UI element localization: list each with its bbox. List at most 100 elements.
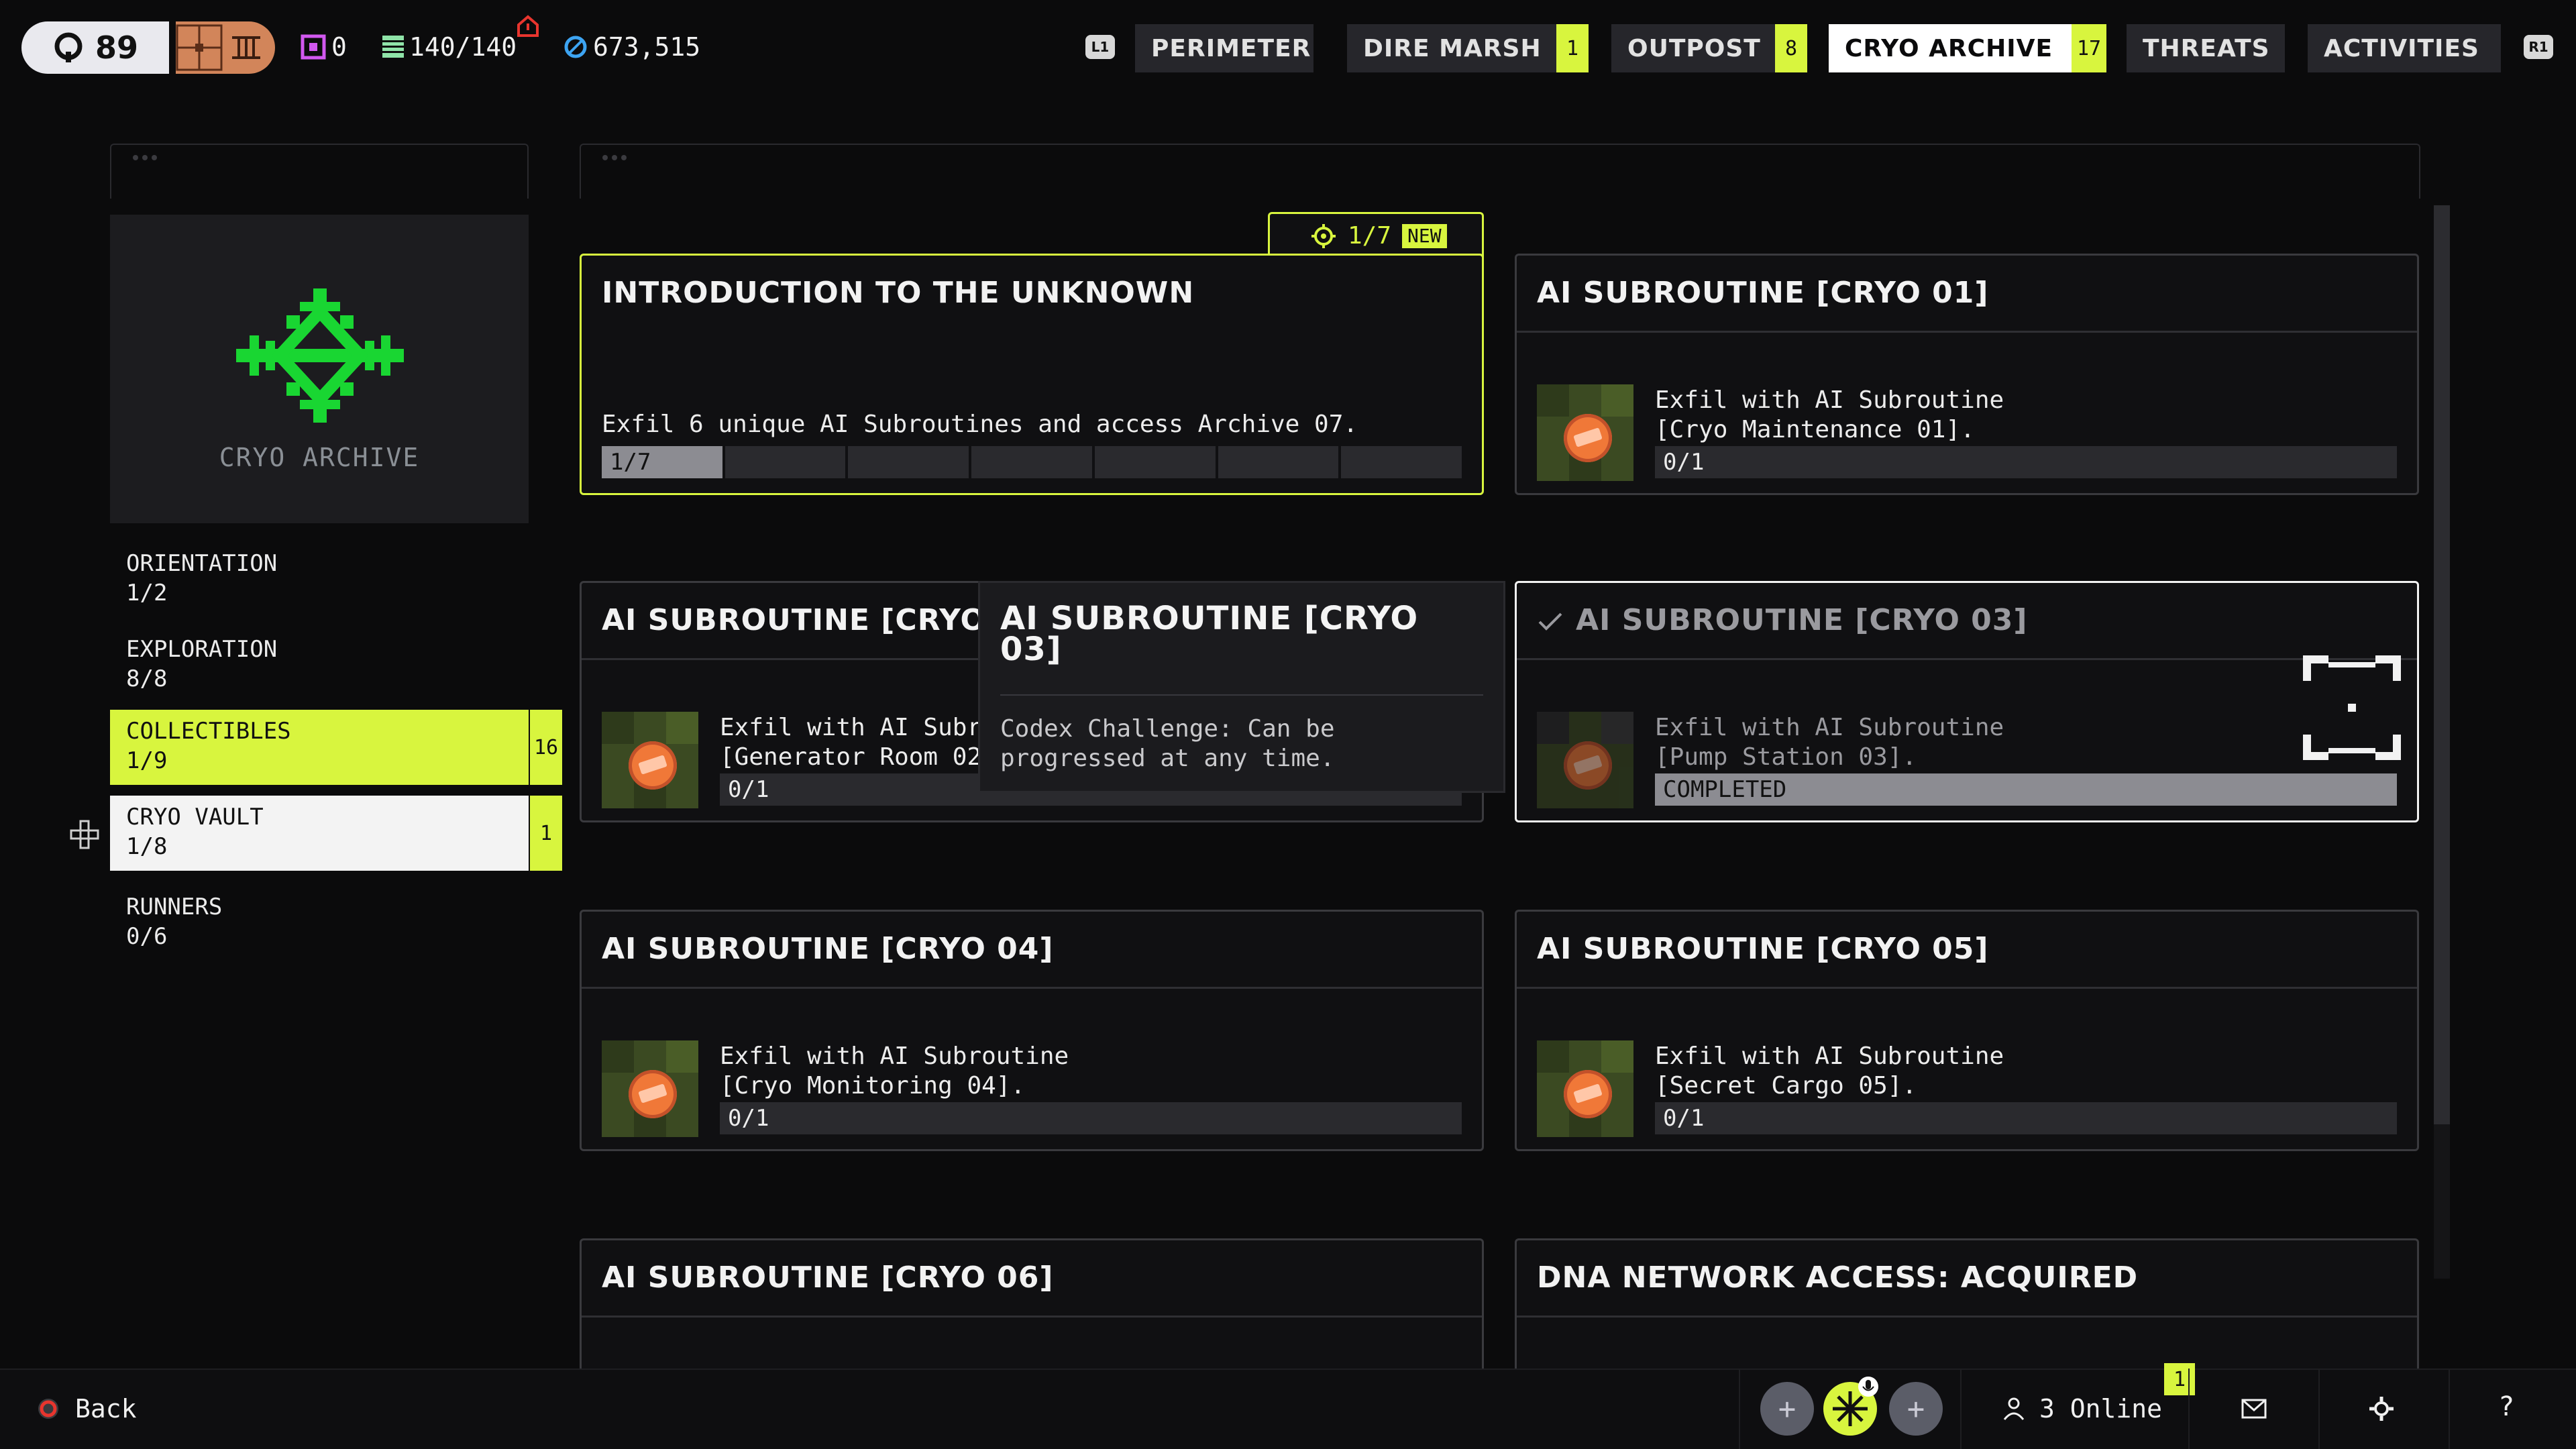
right-bumper-hint[interactable]: R1 (2524, 35, 2553, 59)
card-title: DNA NETWORK ACCESS: ACQUIRED (1537, 1260, 2139, 1295)
category-name: CRYO VAULT (126, 804, 264, 830)
new-badge: NEW (1402, 223, 1447, 248)
tooltip-divider (1000, 694, 1483, 696)
card-title: INTRODUCTION TO THE UNKNOWN (602, 276, 1195, 310)
dpad-icon (70, 820, 99, 849)
card-cryo-01[interactable]: AI SUBROUTINE [CRYO 01] Exfil with AI Su… (1515, 254, 2419, 495)
divider (1960, 1368, 1962, 1449)
progress-segment (848, 446, 969, 478)
left-bumper-hint[interactable]: L1 (1085, 35, 1115, 59)
challenge-icon (1311, 223, 1336, 248)
card-divider (582, 1316, 1482, 1318)
progress-bar: 0/1 (1655, 446, 2397, 478)
card-title: AI SUBROUTINE [CRYO 06] (602, 1260, 1054, 1295)
divider (1739, 1368, 1740, 1449)
progress-bar: COMPLETED (1655, 773, 2397, 806)
card-cryo-03[interactable]: AI SUBROUTINE [CRYO 03] Exfil with AI Su… (1515, 581, 2419, 822)
help-icon[interactable]: ? (2500, 1391, 2514, 1422)
sidebar-header-frame (110, 144, 529, 199)
add-party-slot-button[interactable]: + (1889, 1382, 1943, 1436)
ledger-icon (382, 36, 404, 58)
category-count: 1/8 (126, 833, 168, 860)
tab-cryo-archive[interactable]: CRYO ARCHIVE (1829, 24, 2072, 72)
card-title: AI SUBROUTINE [CRYO 05] (1537, 932, 1989, 966)
category-count: 1/2 (126, 580, 168, 606)
category-collectibles-badge: 16 (529, 710, 562, 785)
card-divider (1517, 658, 2417, 660)
divider (2188, 1368, 2190, 1449)
progress-value: 1/7 (610, 449, 651, 476)
credits-stat[interactable]: 673,515 (564, 32, 700, 62)
dots-icon (133, 155, 157, 160)
card-title: AI SUBROUTINE [CRYO 03] (1576, 603, 2028, 637)
credits-icon (564, 36, 587, 58)
card-divider (1517, 987, 2417, 989)
category-name: COLLECTIBLES (126, 718, 291, 745)
card-desc: Exfil with AI Subroutine [Secret Cargo 0… (1655, 1042, 2004, 1099)
subroutine-chip-icon (1537, 712, 1633, 808)
progress-segment (1341, 446, 1462, 478)
progress-bar: 0/1 (1655, 1102, 2397, 1134)
tab-dire-marsh[interactable]: DIRE MARSH (1347, 24, 1556, 72)
dots-icon (602, 155, 627, 160)
player-level-pill[interactable]: 89 (21, 21, 169, 74)
card-desc: Exfil with AI Subroutine [Cryo Maintenan… (1655, 386, 2004, 443)
online-count: 3 Online (2039, 1394, 2163, 1424)
tab-dire-marsh-badge: 1 (1556, 24, 1589, 72)
category-orientation[interactable]: ORIENTATION 1/2 (110, 542, 562, 617)
card-divider (582, 987, 1482, 989)
add-party-slot-button[interactable]: + (1760, 1382, 1814, 1436)
plus-icon: + (1907, 1391, 1925, 1426)
progress-bar: 0/1 (720, 1102, 1462, 1134)
progress-value: 0/1 (728, 776, 769, 803)
subroutine-chip-icon (602, 1040, 698, 1137)
category-collectibles[interactable]: COLLECTIBLES 1/9 (110, 710, 562, 785)
online-friends-button[interactable]: 3 Online (2000, 1394, 2162, 1424)
subroutine-chip-icon (1537, 1040, 1633, 1137)
category-count: 8/8 (126, 665, 168, 692)
card-cryo-04[interactable]: AI SUBROUTINE [CRYO 04] Exfil with AI Su… (580, 910, 1484, 1151)
friends-icon (2003, 1397, 2025, 1420)
category-cryo-vault[interactable]: CRYO VAULT 1/8 (110, 796, 562, 871)
data-cube-stat[interactable]: 0 (301, 32, 347, 62)
card-tooltip: AI SUBROUTINE [CRYO 03] Codex Challenge:… (978, 581, 1505, 793)
gear-icon[interactable] (2368, 1395, 2395, 1422)
subroutine-chip-icon (602, 712, 698, 808)
online-badge: 1 (2164, 1363, 2195, 1395)
category-runners[interactable]: RUNNERS 0/6 (110, 885, 562, 961)
category-exploration[interactable]: EXPLORATION 8/8 (110, 628, 562, 703)
mic-icon (1858, 1377, 1878, 1397)
tab-outpost[interactable]: OUTPOST (1611, 24, 1775, 72)
progress-segment (1094, 446, 1216, 478)
tab-threats[interactable]: THREATS (2127, 24, 2285, 72)
progress-value: 0/1 (1663, 1105, 1705, 1132)
scrollbar-thumb[interactable] (2434, 205, 2450, 1124)
checkmark-icon (1538, 612, 1562, 631)
category-count: 1/9 (126, 747, 168, 774)
rank-badge[interactable] (176, 21, 275, 74)
card-introduction[interactable]: INTRODUCTION TO THE UNKNOWN Exfil 6 uniq… (580, 254, 1484, 495)
progress-value: 0/1 (728, 1105, 769, 1132)
back-circle-icon (38, 1399, 58, 1419)
progress-segment (971, 446, 1092, 478)
card-cryo-05[interactable]: AI SUBROUTINE [CRYO 05] Exfil with AI Su… (1515, 910, 2419, 1151)
capacity-stat[interactable]: 140/140 (381, 32, 517, 62)
progress-value: COMPLETED (1663, 776, 1787, 803)
alert-home-icon[interactable] (517, 15, 539, 38)
data-cube-icon (301, 34, 326, 60)
tooltip-title: AI SUBROUTINE [CRYO 03] (1000, 600, 1419, 668)
tab-cryo-archive-badge: 17 (2072, 24, 2106, 72)
tab-activities[interactable]: ACTIVITIES (2308, 24, 2501, 72)
tab-perimeter[interactable]: PERIMETER (1135, 24, 1313, 72)
progress-bar (602, 446, 1462, 478)
card-title: AI SUBROUTINE [CRYO 01] (1537, 276, 1989, 310)
subroutine-chip-icon (1537, 384, 1633, 481)
mail-icon[interactable] (2241, 1398, 2267, 1419)
category-name: ORIENTATION (126, 550, 278, 577)
category-cryo-vault-badge: 1 (529, 796, 562, 871)
card-desc: Exfil with AI Subroutine [Pump Station 0… (1655, 714, 2004, 771)
crosshair-icon (54, 32, 83, 62)
back-button[interactable]: Back (75, 1394, 137, 1424)
player-level: 89 (95, 30, 139, 66)
tab-outpost-badge: 8 (1775, 24, 1807, 72)
